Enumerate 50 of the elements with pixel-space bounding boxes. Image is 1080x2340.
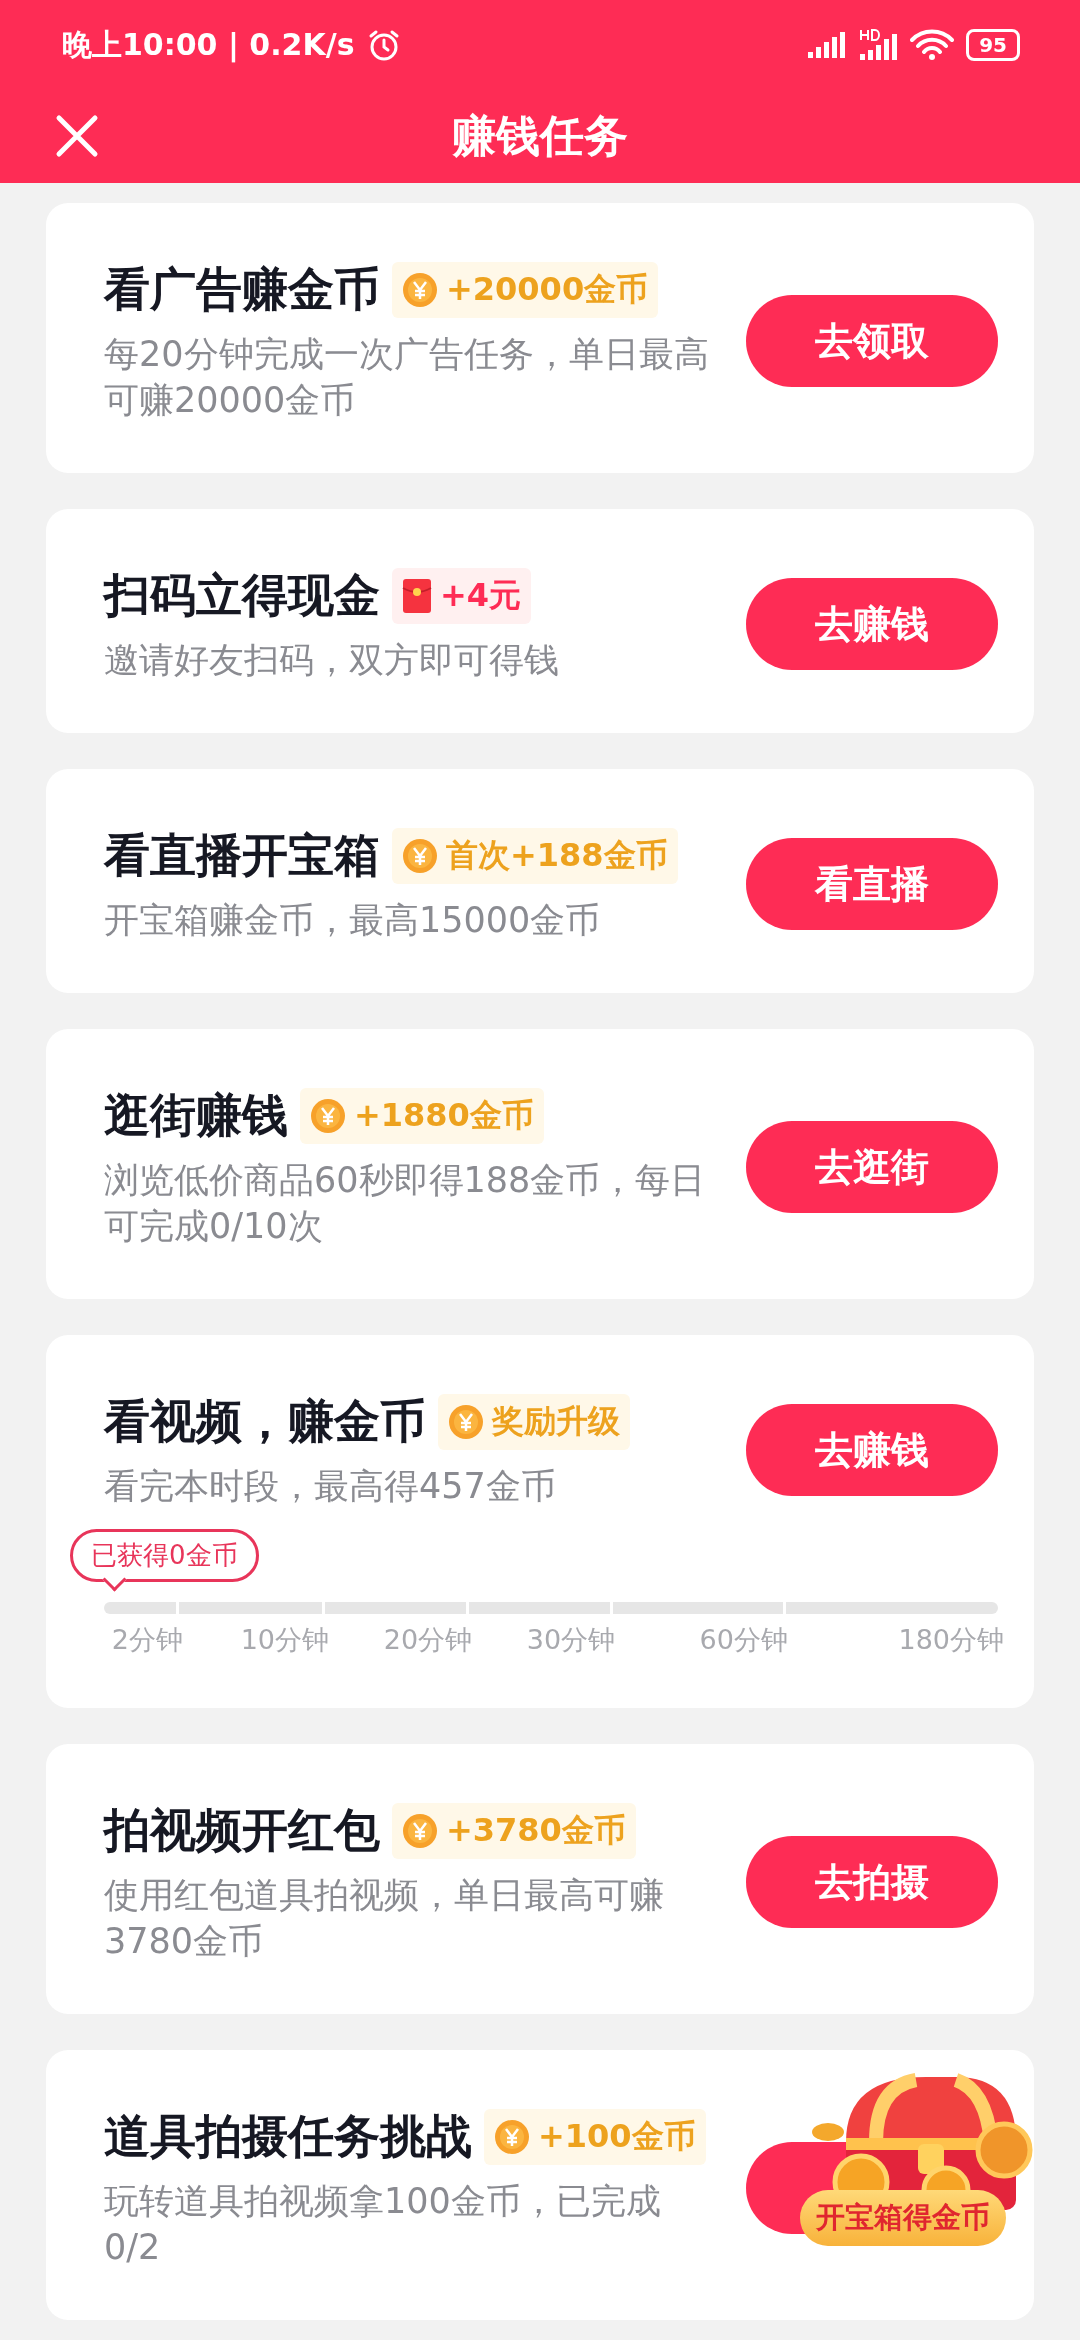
signal-icon bbox=[806, 30, 847, 60]
task-description: 每20分钟完成一次广告任务，单日最高可赚20000金币 bbox=[104, 333, 710, 422]
step-label: 10分钟 bbox=[240, 1623, 330, 1657]
task-title: 看直播开宝箱 bbox=[104, 827, 380, 884]
task-description: 看完本时段，最高得457金币 bbox=[104, 1465, 557, 1508]
task-title: 拍视频开红包 bbox=[104, 1802, 380, 1859]
reward-badge: 首次+188金币 bbox=[392, 828, 678, 884]
page-title: 赚钱任务 bbox=[452, 109, 628, 163]
task-title: 扫码立得现金 bbox=[104, 567, 380, 624]
close-icon[interactable] bbox=[55, 114, 99, 158]
reward-badge: +100金币 bbox=[484, 2109, 706, 2165]
coin-icon bbox=[310, 1098, 346, 1134]
earned-tooltip: 已获得0金币 bbox=[70, 1529, 259, 1582]
coin-icon bbox=[402, 838, 438, 874]
reward-badge: +20000金币 bbox=[392, 262, 659, 318]
action-button[interactable]: 去赚钱 bbox=[746, 1404, 998, 1496]
action-button[interactable]: 看直播 bbox=[746, 838, 998, 930]
chest-label: 开宝箱得金币 bbox=[800, 2190, 1006, 2246]
battery-indicator: 95 bbox=[966, 29, 1020, 61]
action-button[interactable]: 去赚钱 bbox=[746, 578, 998, 670]
envelope-icon bbox=[402, 578, 432, 614]
task-description: 开宝箱赚金币，最高15000金币 bbox=[104, 899, 602, 942]
status-time: 晚上10:00 | 0.2K/s bbox=[62, 25, 355, 65]
task-description: 浏览低价商品60秒即得188金币，每日可完成0/10次 bbox=[104, 1159, 707, 1248]
task-title: 逛街赚钱 bbox=[104, 1087, 288, 1144]
action-button[interactable]: 去逛街 bbox=[746, 1121, 998, 1213]
reward-badge: +4元 bbox=[392, 568, 532, 624]
task-description: 邀请好友扫码，双方即可得钱 bbox=[104, 639, 560, 682]
task-title: 道具拍摄任务挑战 bbox=[104, 2108, 472, 2165]
task-title: 看广告赚金币 bbox=[104, 261, 380, 318]
coin-icon bbox=[402, 272, 438, 308]
step-label: 20分钟 bbox=[383, 1623, 473, 1657]
reward-badge: +3780金币 bbox=[392, 1803, 636, 1859]
action-button[interactable]: 去拍摄 bbox=[746, 1836, 998, 1928]
task-description: 玩转道具拍视频拿100金币，已完成0/2 bbox=[104, 2180, 662, 2269]
signal-hd-icon bbox=[858, 28, 899, 62]
reward-badge: 奖励升级 bbox=[438, 1394, 630, 1450]
action-button[interactable]: 去领取 bbox=[746, 295, 998, 387]
reward-badge: +1880金币 bbox=[300, 1088, 544, 1144]
coin-icon bbox=[494, 2119, 530, 2155]
wifi-icon bbox=[910, 29, 955, 61]
step-label: 30分钟 bbox=[526, 1623, 616, 1657]
treasure-chest-popup[interactable]: 开宝箱得金币 bbox=[800, 2072, 1040, 2272]
coin-icon bbox=[448, 1404, 484, 1440]
step-label: 180分钟 bbox=[898, 1623, 1004, 1657]
step-label: 2分钟 bbox=[111, 1623, 183, 1657]
coin-icon bbox=[402, 1813, 438, 1849]
task-title: 看视频，赚金币 bbox=[104, 1393, 426, 1450]
step-label: 60分钟 bbox=[699, 1623, 788, 1657]
task-description: 使用红包道具拍视频，单日最高可赚3780金币 bbox=[104, 1874, 665, 1963]
